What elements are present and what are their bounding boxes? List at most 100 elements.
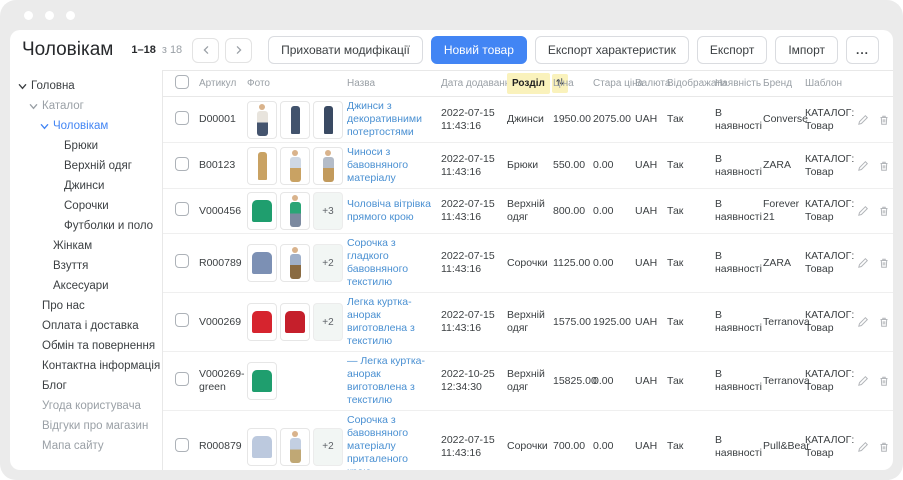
product-name-link[interactable]: Чиноси з бавовняного матеріалу (347, 146, 408, 184)
row-checkbox[interactable] (175, 438, 189, 452)
sidebar-item[interactable]: Джинси (10, 176, 162, 196)
delete-icon[interactable] (878, 257, 890, 269)
import-button[interactable]: Імпорт (775, 36, 838, 64)
old-price-cell: 2075.00 (593, 113, 635, 126)
sidebar-item[interactable]: Сорочки (10, 196, 162, 216)
export-button[interactable]: Експорт (697, 36, 767, 64)
sidebar-item[interactable]: Відгуки про магазин (10, 416, 162, 436)
row-checkbox[interactable] (175, 111, 189, 125)
product-name-link[interactable]: Сорочка з гладкого бавовняного текстилю (347, 237, 408, 288)
edit-icon[interactable] (857, 257, 869, 269)
delete-icon[interactable] (878, 160, 890, 172)
pagination: 1–18 з 18 (131, 38, 252, 63)
table-row: V000269-green — Легка куртка-анорак виго… (163, 352, 893, 411)
product-name-link[interactable]: Сорочка з бавовняного матеріалу притален… (347, 414, 408, 470)
delete-icon[interactable] (878, 205, 890, 217)
sku-cell: V000269 (199, 316, 247, 329)
section-cell: Сорочки (507, 257, 553, 270)
sidebar-item-label: Контактна інформація (42, 360, 160, 372)
delete-icon[interactable] (878, 316, 890, 328)
chevron-down-icon (40, 122, 49, 131)
sidebar-item[interactable]: Брюки (10, 136, 162, 156)
row-checkbox[interactable] (175, 157, 189, 171)
display-cell: Так (667, 113, 715, 126)
column-header-price[interactable]: Ціна (553, 78, 593, 89)
product-name-link[interactable]: Чоловіча вітрівка прямого крою (347, 198, 431, 223)
product-photo (280, 101, 310, 139)
column-header-article[interactable]: Артикул (199, 78, 247, 89)
edit-icon[interactable] (857, 441, 869, 453)
sidebar-item[interactable]: Аксесуари (10, 276, 162, 296)
column-header-date[interactable]: Дата додавання (441, 78, 507, 89)
sidebar-item[interactable]: Угода користувача (10, 396, 162, 416)
sidebar-item[interactable]: Каталог (10, 96, 162, 116)
delete-icon[interactable] (878, 375, 890, 387)
prev-page-button[interactable] (192, 38, 219, 63)
column-header-photo[interactable]: Фото (247, 78, 347, 89)
column-header-currency[interactable]: Валюта (635, 78, 667, 89)
display-cell: Так (667, 205, 715, 218)
sku-cell: D00001 (199, 113, 247, 126)
table-row: V000269 +2 Легка куртка-анорак виготовле… (163, 293, 893, 352)
next-page-button[interactable] (225, 38, 252, 63)
edit-icon[interactable] (857, 316, 869, 328)
toolbar: Приховати модифікації Новий товар Експор… (268, 36, 879, 64)
select-all-checkbox[interactable] (175, 75, 189, 89)
sidebar-item[interactable]: Обмін та повернення (10, 336, 162, 356)
sidebar-item[interactable]: Жінкам (10, 236, 162, 256)
column-header-display[interactable]: Відображати (667, 78, 715, 89)
sidebar-item[interactable]: Взуття (10, 256, 162, 276)
date-cell: 2022-07-15 11:43:16 (441, 107, 507, 133)
column-header-name[interactable]: Назва (347, 78, 441, 89)
edit-icon[interactable] (857, 375, 869, 387)
edit-icon[interactable] (857, 160, 869, 172)
sidebar-item[interactable]: Футболки и поло (10, 216, 162, 236)
table-row: D00001 Джинси з декоративними потертостя… (163, 97, 893, 143)
column-header-brand[interactable]: Бренд (763, 78, 805, 89)
row-checkbox[interactable] (175, 372, 189, 386)
product-photo (247, 192, 277, 230)
sidebar-item[interactable]: Верхній одяг (10, 156, 162, 176)
new-product-button[interactable]: Новий товар (431, 36, 527, 64)
product-name-link[interactable]: Легка куртка-анорак виготовлена з тексти… (347, 296, 415, 347)
sidebar-item-label: Каталог (42, 100, 84, 112)
column-header-availability[interactable]: Наявність (715, 78, 763, 89)
sidebar-item[interactable]: Блог (10, 376, 162, 396)
sidebar-item[interactable]: Оплата і доставка (10, 316, 162, 336)
old-price-cell: 0.00 (593, 159, 635, 172)
sidebar-item[interactable]: Про нас (10, 296, 162, 316)
currency-cell: UAH (635, 159, 667, 172)
price-cell: 15825.00 (553, 375, 593, 388)
price-cell: 550.00 (553, 159, 593, 172)
sidebar-item[interactable]: Головна (10, 76, 162, 96)
delete-icon[interactable] (878, 441, 890, 453)
column-header-old-price[interactable]: Стара ціна (593, 78, 635, 89)
old-price-cell: 0.00 (593, 440, 635, 453)
sidebar-item[interactable]: Мапа сайту (10, 436, 162, 456)
more-actions-button[interactable]: ... (846, 36, 879, 64)
edit-icon[interactable] (857, 114, 869, 126)
sidebar-item[interactable]: Контактна інформація (10, 356, 162, 376)
product-name-link[interactable]: — Легка куртка-анорак виготовлена з текс… (347, 355, 425, 406)
date-cell: 2022-10-25 12:34:30 (441, 368, 507, 394)
delete-icon[interactable] (878, 114, 890, 126)
row-checkbox[interactable] (175, 202, 189, 216)
product-name-link[interactable]: Джинси з декоративними потертостями (347, 100, 422, 138)
column-header-template[interactable]: Шаблон (805, 78, 857, 89)
photos-cell: +2 (247, 303, 347, 341)
row-checkbox[interactable] (175, 313, 189, 327)
row-checkbox[interactable] (175, 254, 189, 268)
sidebar-item-label: Взуття (53, 260, 88, 272)
table-row: V000456 +3 Чоловіча вітрівка прямого кро… (163, 189, 893, 234)
brand-cell: ZARA (763, 257, 805, 270)
brand-cell: Converse (763, 113, 805, 126)
currency-cell: UAH (635, 375, 667, 388)
product-photo (280, 428, 310, 466)
more-photos-badge: +2 (313, 428, 343, 466)
column-header-section[interactable]: Розділ (507, 73, 550, 94)
edit-icon[interactable] (857, 205, 869, 217)
sidebar-item[interactable]: Чоловікам (10, 116, 162, 136)
hide-modifications-button[interactable]: Приховати модифікації (268, 36, 423, 64)
export-characteristics-button[interactable]: Експорт характеристик (535, 36, 689, 64)
admin-panel: Чоловікам 1–18 з 18 Приховати модифікаці… (10, 30, 893, 470)
